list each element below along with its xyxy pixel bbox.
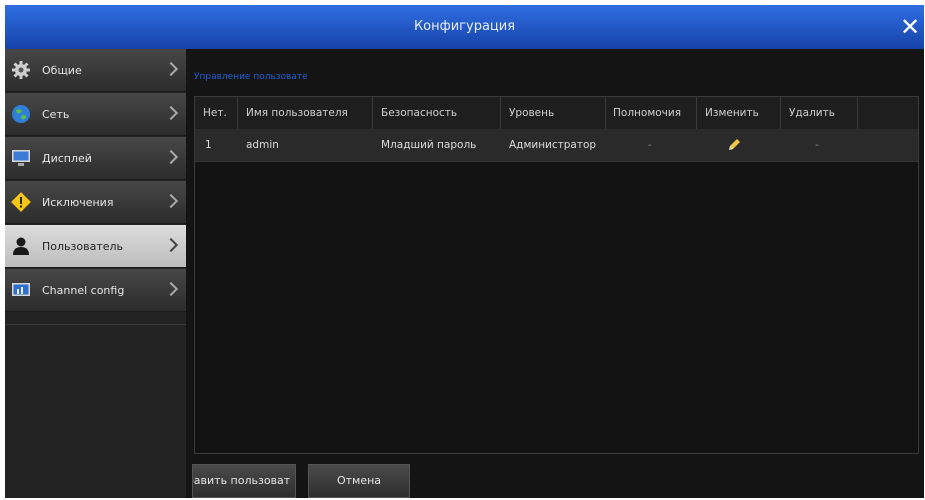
close-button[interactable]: ✕ xyxy=(896,13,924,41)
channel-icon xyxy=(12,283,30,296)
column-header: Безопасность xyxy=(381,107,458,119)
globe-icon xyxy=(12,105,30,123)
chevron-right-icon xyxy=(163,149,179,165)
table-header: Нет. Имя пользователя Безопасность Урове… xyxy=(195,97,918,130)
sidebar-item-label: Исключения xyxy=(42,196,114,209)
user-icon xyxy=(13,237,29,255)
sidebar-item-display[interactable]: Дисплей xyxy=(5,137,186,180)
sidebar-item-label: Общие xyxy=(42,64,82,77)
column-header: Имя пользователя xyxy=(246,107,348,119)
column-header: Нет. xyxy=(203,107,227,119)
cancel-button[interactable]: Отмена xyxy=(308,464,410,498)
window-title: Конфигурация xyxy=(413,19,516,34)
sidebar-divider xyxy=(5,324,186,325)
monitor-icon xyxy=(12,150,30,166)
chevron-right-icon xyxy=(163,105,179,121)
chevron-right-icon xyxy=(163,61,179,77)
sidebar-item-user[interactable]: Пользователь xyxy=(5,225,186,268)
pencil-icon[interactable] xyxy=(726,137,742,153)
sidebar-item-exceptions[interactable]: Исключения xyxy=(5,181,186,224)
column-header: Изменить xyxy=(705,107,759,119)
chevron-right-icon xyxy=(163,193,179,209)
chevron-right-icon xyxy=(163,281,179,297)
sidebar-item-label: Channel config xyxy=(42,284,125,297)
sidebar-item-label: Сеть xyxy=(42,108,70,121)
main-content: Управление пользовате Нет. Имя пользоват… xyxy=(186,49,924,498)
column-header: Уровень xyxy=(509,107,555,119)
sidebar: Общие Сеть Дисплей Исключения Пользовате… xyxy=(5,49,186,498)
warning-icon xyxy=(11,192,31,212)
gear-icon xyxy=(12,61,30,79)
title-bar: Конфигурация ✕ xyxy=(5,5,924,49)
users-table: Нет. Имя пользователя Безопасность Урове… xyxy=(194,96,919,454)
sidebar-item-network[interactable]: Сеть xyxy=(5,93,186,136)
cell-level: Администратор xyxy=(509,139,597,151)
sidebar-item-channel-config[interactable]: Channel config xyxy=(5,269,186,312)
table-row[interactable]: 1 admin Младший пароль Администратор - - xyxy=(195,129,918,162)
cell-permissions: - xyxy=(648,139,652,151)
config-window: Конфигурация ✕ Общие Сеть Дисплей Исключ… xyxy=(5,5,924,498)
add-user-button[interactable]: бавить пользоват xyxy=(192,464,296,498)
cell-no: 1 xyxy=(205,139,212,151)
column-header: Удалить xyxy=(789,107,835,119)
sidebar-item-label: Дисплей xyxy=(42,152,92,165)
column-header: Полномочия xyxy=(613,107,682,119)
chevron-right-icon xyxy=(163,237,179,253)
cell-delete[interactable]: - xyxy=(815,139,819,151)
sidebar-item-general[interactable]: Общие xyxy=(5,49,186,92)
section-title: Управление пользовате xyxy=(194,72,308,82)
cell-security: Младший пароль xyxy=(381,139,477,151)
cell-username: admin xyxy=(246,139,279,151)
sidebar-item-label: Пользователь xyxy=(42,240,124,253)
